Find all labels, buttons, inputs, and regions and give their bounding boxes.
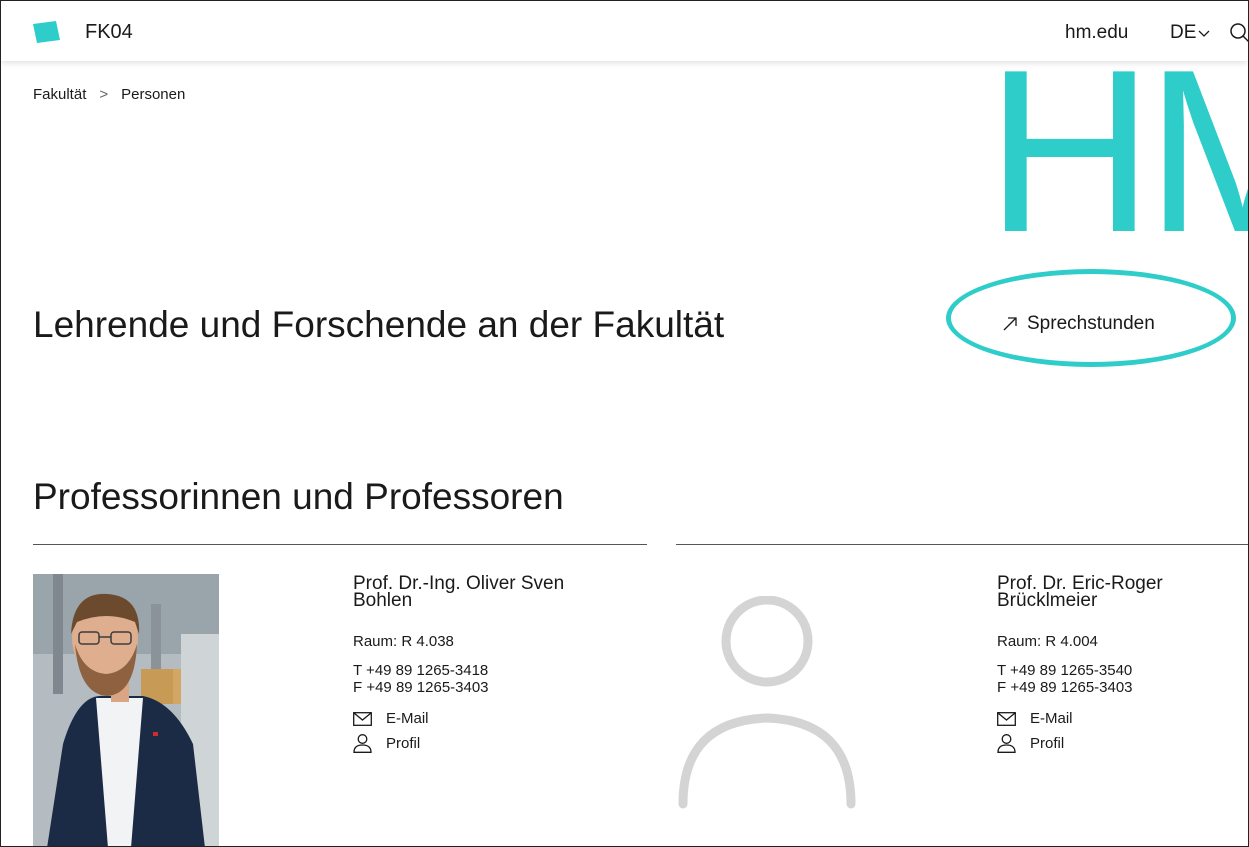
email-label: E-Mail — [1030, 710, 1073, 727]
page-title: Lehrende und Forschende an der Fakultät — [33, 304, 725, 345]
site-name[interactable]: FK04 — [85, 21, 133, 44]
mail-icon — [997, 711, 1016, 726]
person-photo — [33, 574, 219, 846]
section-title: Professorinnen und Professoren — [33, 476, 564, 517]
fax-number: F +49 89 1265-3403 — [353, 679, 489, 696]
person-card: Prof. Dr.-Ing. Oliver Sven Bohlen Raum: … — [353, 573, 623, 756]
logo-square-icon[interactable] — [33, 21, 61, 48]
highlight-annotation — [946, 269, 1236, 367]
email-link[interactable]: E-Mail — [353, 706, 623, 731]
divider — [676, 544, 1248, 545]
page-frame: FK04 hm.edu DE Fakultät > Personen HM Le… — [0, 0, 1249, 847]
avatar-placeholder-icon — [677, 595, 859, 846]
profile-link[interactable]: Profil — [353, 731, 623, 756]
phone-number: T +49 89 1265-3418 — [353, 662, 489, 679]
user-icon — [353, 734, 372, 753]
hm-brand-text: HM — [986, 22, 1248, 281]
profile-label: Profil — [386, 735, 421, 752]
breadcrumb-item-personen[interactable]: Personen — [121, 86, 185, 103]
profile-link[interactable]: Profil — [997, 731, 1248, 756]
breadcrumb-item-fakultaet[interactable]: Fakultät — [33, 86, 86, 103]
profile-label: Profil — [1030, 735, 1065, 752]
breadcrumb-separator: > — [99, 86, 109, 103]
mail-icon — [353, 711, 372, 726]
user-icon — [997, 734, 1016, 753]
person-name: Prof. Dr.-Ing. Oliver Sven Bohlen — [353, 573, 565, 611]
room-number: Raum: R 4.004 — [997, 633, 1098, 650]
room-number: Raum: R 4.038 — [353, 633, 454, 650]
person-name: Prof. Dr. Eric-Roger Brücklmeier — [997, 573, 1163, 611]
phone-number: T +49 89 1265-3540 — [997, 662, 1133, 679]
person-card: Prof. Dr. Eric-Roger Brücklmeier Raum: R… — [997, 573, 1248, 756]
divider — [33, 544, 647, 545]
email-link[interactable]: E-Mail — [997, 706, 1248, 731]
email-label: E-Mail — [386, 710, 429, 727]
fax-number: F +49 89 1265-3403 — [997, 679, 1133, 696]
breadcrumb: Fakultät > Personen — [33, 86, 185, 103]
